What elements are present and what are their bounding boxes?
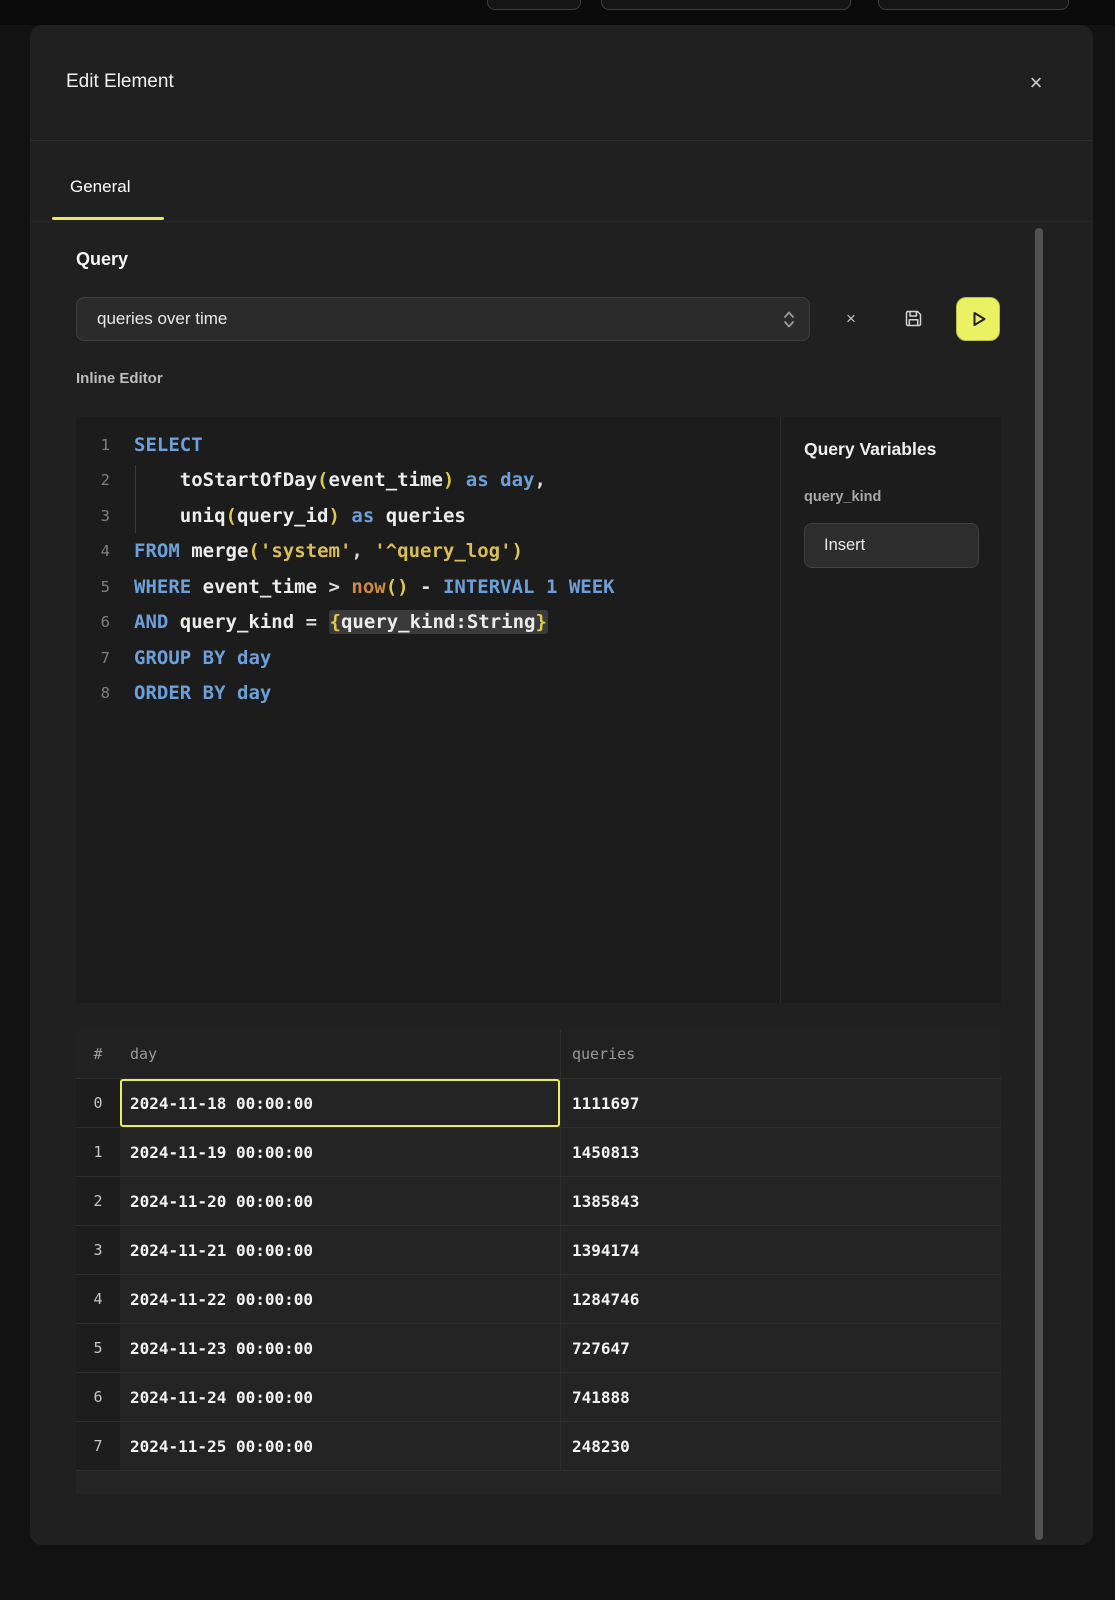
table-row: 62024-11-24 00:00:00741888 (76, 1373, 1001, 1422)
close-button[interactable]: × (1020, 67, 1052, 99)
queries-cell[interactable]: 248230 (560, 1422, 1001, 1470)
table-row: 02024-11-18 00:00:001111697 (76, 1079, 1001, 1128)
save-query-button[interactable] (895, 300, 931, 336)
day-cell[interactable]: 2024-11-21 00:00:00 (120, 1226, 560, 1274)
chevron-updown-icon (783, 310, 795, 334)
code-line[interactable]: 6AND query_kind = {query_kind:String} (76, 605, 780, 641)
modal-title: Edit Element (66, 71, 174, 93)
tab-general[interactable]: General (70, 177, 130, 197)
results-table: # day queries 02024-11-18 00:00:00111169… (76, 1030, 1001, 1494)
code-text: GROUP BY day (110, 647, 271, 669)
code-text: toStartOfDay(event_time) as day, (110, 469, 546, 491)
tabs-divider (30, 221, 1093, 222)
query-variables-panel: Query Variables query_kind Insert (780, 417, 1001, 1003)
results-header-row: # day queries (76, 1030, 1001, 1079)
background-toolbar (0, 0, 1115, 25)
edit-element-modal: Edit Element × General Query queries ove… (30, 25, 1093, 1545)
variable-name-label: query_kind (804, 489, 881, 505)
code-line[interactable]: 7GROUP BY day (76, 640, 780, 676)
queries-cell[interactable]: 1394174 (560, 1226, 1001, 1274)
line-number: 1 (76, 436, 110, 454)
run-query-button[interactable] (956, 297, 1000, 341)
code-line[interactable]: 3 uniq(query_id) as queries (76, 498, 780, 534)
table-row: 72024-11-25 00:00:00248230 (76, 1422, 1001, 1471)
code-line[interactable]: 5WHERE event_time > now() - INTERVAL 1 W… (76, 569, 780, 605)
query-select[interactable]: queries over time (76, 297, 810, 341)
day-cell[interactable]: 2024-11-19 00:00:00 (120, 1128, 560, 1176)
indent-guide (135, 465, 136, 533)
code-line[interactable]: 8ORDER BY day (76, 676, 780, 712)
row-index: 0 (76, 1079, 120, 1127)
query-variable-chip: {query_kind:String} (329, 610, 548, 634)
code-lines[interactable]: 1SELECT2 toStartOfDay(event_time) as day… (76, 417, 780, 1003)
floppy-icon (903, 308, 924, 329)
header-divider (30, 140, 1093, 141)
day-cell[interactable]: 2024-11-25 00:00:00 (120, 1422, 560, 1470)
row-index: 5 (76, 1324, 120, 1372)
line-number: 7 (76, 649, 110, 667)
day-cell[interactable]: 2024-11-23 00:00:00 (120, 1324, 560, 1372)
code-text: ORDER BY day (110, 682, 271, 704)
line-number: 5 (76, 578, 110, 596)
background-button[interactable] (487, 0, 581, 10)
results-body: 02024-11-18 00:00:00111169712024-11-19 0… (76, 1079, 1001, 1471)
row-index: 2 (76, 1177, 120, 1225)
code-text: SELECT (110, 434, 203, 456)
line-number: 2 (76, 471, 110, 489)
row-index: 1 (76, 1128, 120, 1176)
table-row: 32024-11-21 00:00:001394174 (76, 1226, 1001, 1275)
row-index: 3 (76, 1226, 120, 1274)
table-row: 52024-11-23 00:00:00727647 (76, 1324, 1001, 1373)
code-text: FROM merge('system', '^query_log') (110, 540, 523, 562)
code-line[interactable]: 1SELECT (76, 427, 780, 463)
background-search-box[interactable] (601, 0, 851, 10)
clear-query-button[interactable]: × (833, 301, 869, 337)
query-select-value: queries over time (97, 309, 227, 329)
day-cell[interactable]: 2024-11-24 00:00:00 (120, 1373, 560, 1421)
queries-cell[interactable]: 741888 (560, 1373, 1001, 1421)
code-text: AND query_kind = {query_kind:String} (110, 611, 548, 633)
code-line[interactable]: 2 toStartOfDay(event_time) as day, (76, 463, 780, 499)
table-row: 22024-11-20 00:00:001385843 (76, 1177, 1001, 1226)
scrollbar-thumb[interactable] (1035, 228, 1043, 1540)
line-number: 6 (76, 613, 110, 631)
background-button[interactable] (878, 0, 1069, 10)
close-icon: × (1030, 70, 1043, 95)
column-header-day: day (120, 1030, 560, 1078)
query-section-title: Query (76, 249, 128, 270)
inline-editor-label: Inline Editor (76, 370, 163, 387)
row-index: 6 (76, 1373, 120, 1421)
line-number: 4 (76, 542, 110, 560)
queries-cell[interactable]: 1284746 (560, 1275, 1001, 1323)
column-header-queries: queries (560, 1030, 1001, 1078)
table-row: 42024-11-22 00:00:001284746 (76, 1275, 1001, 1324)
day-cell[interactable]: 2024-11-22 00:00:00 (120, 1275, 560, 1323)
table-row: 12024-11-19 00:00:001450813 (76, 1128, 1001, 1177)
day-cell-selected[interactable]: 2024-11-18 00:00:00 (120, 1079, 560, 1127)
queries-cell[interactable]: 1111697 (560, 1079, 1001, 1127)
day-cell[interactable]: 2024-11-20 00:00:00 (120, 1177, 560, 1225)
page: Edit Element × General Query queries ove… (0, 0, 1115, 1600)
clear-icon: × (846, 309, 856, 328)
row-index: 4 (76, 1275, 120, 1323)
queries-cell[interactable]: 727647 (560, 1324, 1001, 1372)
queries-cell[interactable]: 1385843 (560, 1177, 1001, 1225)
code-text: uniq(query_id) as queries (110, 505, 466, 527)
tab-active-indicator (52, 217, 164, 220)
row-index: 7 (76, 1422, 120, 1470)
insert-variable-button[interactable]: Insert (804, 523, 979, 568)
code-text: WHERE event_time > now() - INTERVAL 1 WE… (110, 576, 615, 598)
line-number: 3 (76, 507, 110, 525)
sql-editor: 1SELECT2 toStartOfDay(event_time) as day… (76, 417, 1001, 1003)
queries-cell[interactable]: 1450813 (560, 1128, 1001, 1176)
line-number: 8 (76, 684, 110, 702)
column-header-index: # (76, 1030, 120, 1078)
code-line[interactable]: 4FROM merge('system', '^query_log') (76, 534, 780, 570)
query-variables-title: Query Variables (804, 439, 936, 460)
play-icon (967, 308, 989, 330)
